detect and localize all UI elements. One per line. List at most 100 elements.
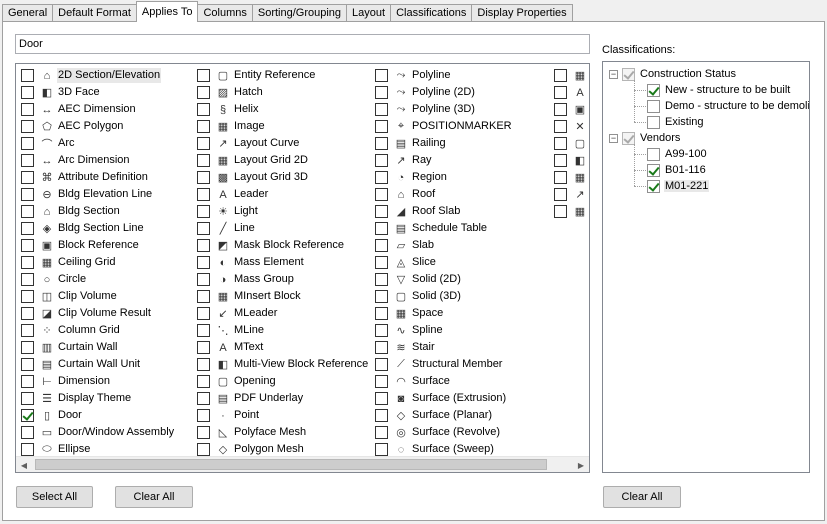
object-type-checkbox[interactable]: [21, 358, 34, 371]
filter-input[interactable]: [15, 34, 590, 54]
object-type-checkbox[interactable]: [197, 222, 210, 235]
object-type-checkbox[interactable]: [197, 239, 210, 252]
object-type-item[interactable]: ▱ Slab: [375, 237, 435, 254]
object-type-checkbox[interactable]: [197, 409, 210, 422]
object-type-checkbox[interactable]: [21, 239, 34, 252]
object-type-checkbox[interactable]: [197, 290, 210, 303]
object-type-item[interactable]: ▦ Ceiling Grid: [21, 254, 116, 271]
object-type-checkbox[interactable]: [375, 239, 388, 252]
object-type-item[interactable]: ▤ PDF Underlay: [197, 390, 304, 407]
object-type-item[interactable]: ▦ Image: [197, 118, 266, 135]
object-type-item[interactable]: ▦: [554, 203, 588, 220]
object-type-checkbox[interactable]: [375, 205, 388, 218]
object-type-item[interactable]: ⌂ Bldg Section: [21, 203, 121, 220]
object-type-checkbox[interactable]: [554, 69, 567, 82]
classification-checkbox[interactable]: [647, 163, 660, 177]
object-type-list[interactable]: ⌂ 2D Section/Elevation ◧ 3D Face ↔ AEC Dimens…: [15, 63, 590, 473]
object-type-item[interactable]: ⌖ POSITIONMARKER: [375, 118, 513, 135]
object-type-item[interactable]: ▦ Layout Grid 2D: [197, 152, 309, 169]
tab-general[interactable]: General: [2, 4, 54, 22]
tree-item[interactable]: Demo - structure to be demolis: [647, 98, 809, 114]
object-type-checkbox[interactable]: [197, 188, 210, 201]
object-type-checkbox[interactable]: [21, 69, 34, 82]
object-type-checkbox[interactable]: [554, 103, 567, 116]
select-all-button[interactable]: Select All: [16, 486, 93, 508]
tree-item[interactable]: Existing: [647, 114, 705, 130]
object-type-checkbox[interactable]: [375, 120, 388, 133]
horizontal-scrollbar[interactable]: ◀ ▶: [16, 456, 589, 472]
scroll-left-arrow-icon[interactable]: ◀: [16, 457, 32, 473]
object-type-checkbox[interactable]: [21, 392, 34, 405]
object-type-item[interactable]: ↗: [554, 186, 588, 203]
object-type-item[interactable]: ◢ Roof Slab: [375, 203, 461, 220]
object-type-item[interactable]: ◩ Mask Block Reference: [197, 237, 345, 254]
object-type-item[interactable]: ▣ Block Reference: [21, 237, 140, 254]
object-type-checkbox[interactable]: [554, 86, 567, 99]
object-type-checkbox[interactable]: [21, 154, 34, 167]
classification-checkbox[interactable]: [647, 115, 660, 129]
object-type-checkbox[interactable]: [375, 307, 388, 320]
group-checkbox[interactable]: [622, 67, 635, 81]
object-type-item[interactable]: ╱ Line: [197, 220, 256, 237]
object-type-checkbox[interactable]: [21, 443, 34, 456]
object-type-item[interactable]: ▤ Schedule Table: [375, 220, 488, 237]
group-checkbox[interactable]: [622, 131, 635, 145]
object-type-checkbox[interactable]: [554, 188, 567, 201]
object-type-item[interactable]: ▢ Opening: [197, 373, 277, 390]
object-type-checkbox[interactable]: [21, 273, 34, 286]
tree-item[interactable]: A99-100: [647, 146, 708, 162]
object-type-item[interactable]: ▨ Hatch: [197, 84, 264, 101]
classification-checkbox[interactable]: [647, 147, 660, 161]
object-type-checkbox[interactable]: [375, 86, 388, 99]
object-type-checkbox[interactable]: [197, 171, 210, 184]
collapse-icon[interactable]: −: [609, 69, 618, 79]
object-type-item[interactable]: ↙ MLeader: [197, 305, 278, 322]
object-type-item[interactable]: ◧ 3D Face: [21, 84, 101, 101]
object-type-checkbox[interactable]: [197, 256, 210, 269]
object-type-checkbox[interactable]: [375, 171, 388, 184]
object-type-checkbox[interactable]: [21, 256, 34, 269]
object-type-checkbox[interactable]: [375, 222, 388, 235]
object-type-checkbox[interactable]: [375, 324, 388, 337]
object-type-checkbox[interactable]: [21, 375, 34, 388]
object-type-checkbox[interactable]: [375, 375, 388, 388]
tab-columns[interactable]: Columns: [197, 4, 253, 22]
object-type-item[interactable]: ⌘ Attribute Definition: [21, 169, 149, 186]
object-type-item[interactable]: ◑ Mass Group: [197, 271, 295, 288]
object-type-checkbox[interactable]: [21, 188, 34, 201]
object-type-item[interactable]: ↗ Ray: [375, 152, 433, 169]
object-type-checkbox[interactable]: [197, 273, 210, 286]
object-type-item[interactable]: ○ Circle: [21, 271, 87, 288]
object-type-item[interactable]: ◧: [554, 152, 588, 169]
object-type-item[interactable]: ↔ Arc Dimension: [21, 152, 131, 169]
object-type-item[interactable]: ≋ Stair: [375, 339, 436, 356]
object-type-item[interactable]: ▩ Layout Grid 3D: [197, 169, 309, 186]
object-type-item[interactable]: ⁘ Column Grid: [21, 322, 121, 339]
object-type-item[interactable]: ✕: [554, 118, 588, 135]
classification-checkbox[interactable]: [647, 83, 660, 97]
object-type-item[interactable]: ⋱ MLine: [197, 322, 265, 339]
tree-group[interactable]: − Construction Status: [609, 66, 737, 82]
object-type-checkbox[interactable]: [375, 443, 388, 456]
object-type-item[interactable]: ◫ Clip Volume: [21, 288, 118, 305]
object-type-item[interactable]: ◠ Surface: [375, 373, 451, 390]
object-type-checkbox[interactable]: [554, 120, 567, 133]
object-type-checkbox[interactable]: [197, 307, 210, 320]
scroll-right-arrow-icon[interactable]: ▶: [573, 457, 589, 473]
classification-checkbox[interactable]: [647, 179, 660, 193]
object-type-checkbox[interactable]: [21, 290, 34, 303]
object-type-item[interactable]: ◇ Surface (Planar): [375, 407, 493, 424]
object-type-item[interactable]: ▢: [554, 135, 588, 152]
tab-layout[interactable]: Layout: [346, 4, 392, 22]
object-type-item[interactable]: ▤ Railing: [375, 135, 447, 152]
object-type-checkbox[interactable]: [21, 103, 34, 116]
tree-item[interactable]: New - structure to be built: [647, 82, 791, 98]
object-type-checkbox[interactable]: [197, 375, 210, 388]
object-type-checkbox[interactable]: [21, 205, 34, 218]
object-type-item[interactable]: ▣: [554, 101, 588, 118]
object-type-item[interactable]: · Point: [197, 407, 260, 424]
object-type-item[interactable]: ◙ Surface (Extrusion): [375, 390, 507, 407]
object-type-checkbox[interactable]: [197, 426, 210, 439]
object-type-checkbox[interactable]: [21, 171, 34, 184]
object-type-checkbox[interactable]: [21, 409, 34, 422]
